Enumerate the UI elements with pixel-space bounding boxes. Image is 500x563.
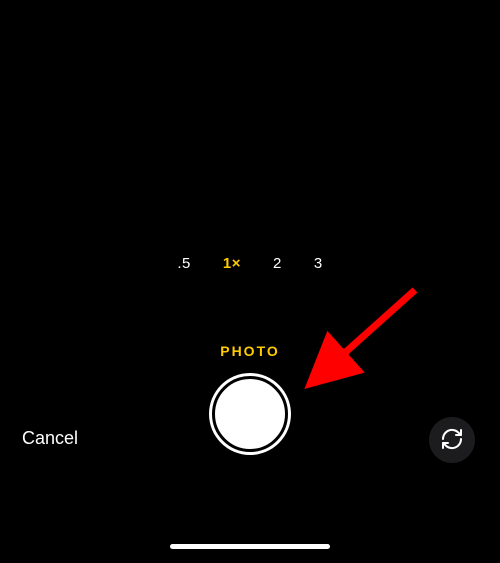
zoom-option-1x[interactable]: 1× xyxy=(223,255,241,272)
zoom-option-2x[interactable]: 2 xyxy=(273,255,282,272)
shutter-button[interactable] xyxy=(209,373,291,455)
flip-camera-icon xyxy=(440,427,464,454)
cancel-button[interactable]: Cancel xyxy=(22,428,78,449)
annotation-arrow-icon xyxy=(300,280,430,400)
zoom-selector: .5 1× 2 3 xyxy=(0,255,500,272)
camera-mode-label: PHOTO xyxy=(0,343,500,359)
zoom-option-3x[interactable]: 3 xyxy=(314,255,323,272)
home-indicator[interactable] xyxy=(170,544,330,549)
flip-camera-button[interactable] xyxy=(429,417,475,463)
zoom-option-0.5x[interactable]: .5 xyxy=(177,255,191,272)
